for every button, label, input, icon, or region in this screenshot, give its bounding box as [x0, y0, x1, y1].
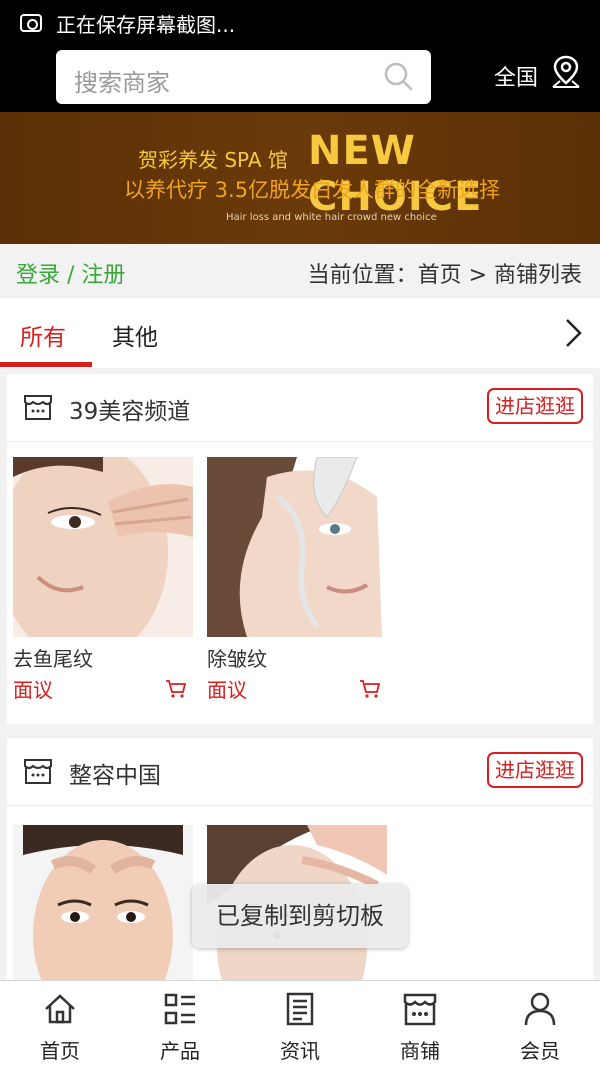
- nav-news-label: 资讯: [280, 1039, 320, 1063]
- tab-all[interactable]: 所有: [20, 318, 66, 352]
- visit-shop-button[interactable]: 进店逛逛: [487, 388, 583, 424]
- visit-shop-button[interactable]: 进店逛逛: [487, 752, 583, 788]
- nav-member[interactable]: 会员: [480, 991, 600, 1064]
- product-card[interactable]: 去鱼尾纹 面议: [13, 457, 193, 703]
- store-icon: [403, 993, 437, 1026]
- banner-english-caption: Hair loss and white hair crowd new choic…: [226, 212, 437, 223]
- search-icon[interactable]: [383, 61, 413, 91]
- bottom-nav: 首页 产品 资讯 商铺 会员: [0, 980, 600, 1067]
- shop-header: 39美容频道 进店逛逛: [7, 374, 593, 442]
- active-tab-indicator: [0, 362, 92, 367]
- screenshot-icon: [20, 14, 42, 32]
- home-icon: [45, 994, 75, 1024]
- shop-card: 39美容频道 进店逛逛 去鱼尾纹 面议 除皱纹 面议: [7, 374, 593, 724]
- nav-home[interactable]: 首页: [0, 991, 120, 1064]
- nav-products-label: 产品: [160, 1039, 200, 1063]
- nav-shops-label: 商铺: [400, 1039, 440, 1063]
- product-card[interactable]: 除皱纹 面议: [207, 457, 387, 703]
- status-text: 正在保存屏幕截图...: [56, 12, 236, 37]
- nav-news[interactable]: 资讯: [240, 991, 360, 1064]
- region-selector[interactable]: 全国: [494, 60, 538, 92]
- shop-header: 整容中国 进店逛逛: [7, 738, 593, 806]
- breadcrumb-row: 登录 / 注册 当前位置：首页 > 商铺列表: [0, 244, 600, 298]
- copied-toast: 已复制到剪切板: [192, 884, 408, 948]
- category-tabs: 所有 其他: [0, 298, 600, 368]
- top-bar: 搜索商家 全国: [0, 46, 600, 112]
- shop-name[interactable]: 39美容频道: [69, 392, 190, 426]
- store-icon: [24, 395, 52, 420]
- product-image[interactable]: [13, 825, 193, 1005]
- promo-banner[interactable]: 贺彩养发 SPA 馆 NEW CHOICE 以养代疗 3.5亿脱发白发人群的全新…: [0, 112, 600, 244]
- status-bar: 正在保存屏幕截图...: [0, 0, 600, 46]
- nav-home-label: 首页: [40, 1039, 80, 1063]
- product-name: 除皱纹: [207, 647, 267, 671]
- product-card[interactable]: [13, 825, 193, 1005]
- chevron-right-icon[interactable]: [562, 318, 584, 348]
- search-input[interactable]: 搜索商家: [56, 50, 431, 104]
- cart-icon[interactable]: [359, 679, 381, 699]
- search-placeholder: 搜索商家: [74, 69, 170, 97]
- shop-card: 整容中国 进店逛逛: [7, 738, 593, 1005]
- grid-list-icon: [164, 993, 195, 1025]
- document-icon: [286, 992, 314, 1026]
- product-image[interactable]: [13, 457, 193, 637]
- user-icon: [524, 992, 556, 1026]
- cart-icon[interactable]: [165, 679, 187, 699]
- banner-slogan: 以养代疗 3.5亿脱发白发人群的全新选择: [124, 178, 501, 202]
- product-name: 去鱼尾纹: [13, 647, 93, 671]
- nav-shops[interactable]: 商铺: [360, 991, 480, 1064]
- login-register-link[interactable]: 登录 / 注册: [16, 257, 125, 289]
- store-icon: [24, 759, 52, 784]
- tab-other[interactable]: 其他: [112, 318, 158, 352]
- breadcrumb: 当前位置：首页 > 商铺列表: [307, 263, 582, 288]
- nav-products[interactable]: 产品: [120, 991, 240, 1064]
- shop-name[interactable]: 整容中国: [69, 756, 161, 790]
- location-pin-icon[interactable]: [550, 54, 582, 90]
- banner-brand: 贺彩养发 SPA 馆: [138, 148, 288, 172]
- product-image[interactable]: [207, 457, 387, 637]
- nav-member-label: 会员: [520, 1039, 560, 1063]
